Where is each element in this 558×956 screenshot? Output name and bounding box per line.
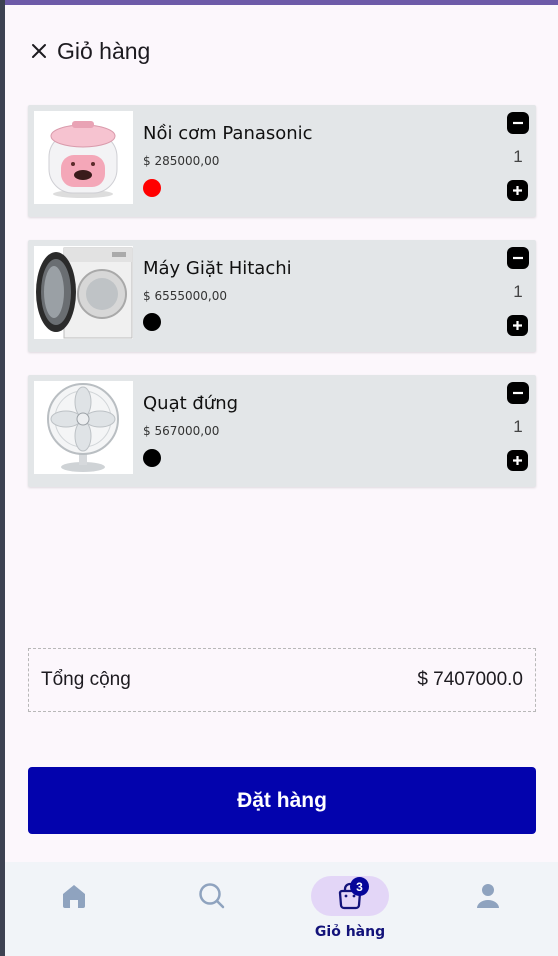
cart-item: Quạt đứng $ 567000,00 1: [28, 375, 536, 487]
decrease-quantity-button[interactable]: [507, 112, 529, 134]
nav-home-icon-wrap: [35, 876, 113, 916]
rice-cooker-image: [34, 111, 133, 204]
cart-screen: Giỏ hàng Nồi cơm Panasonic $ 285000,00 1: [5, 0, 558, 956]
cart-item: Nồi cơm Panasonic $ 285000,00 1: [28, 105, 536, 217]
color-swatch: [143, 449, 161, 467]
quantity-value: 1: [513, 282, 523, 301]
color-swatch: [143, 313, 161, 331]
nav-search-icon-wrap: [173, 876, 251, 916]
search-icon: [199, 883, 225, 909]
place-order-button[interactable]: Đặt hàng: [28, 767, 536, 834]
decrease-quantity-button[interactable]: [507, 247, 529, 269]
increase-quantity-button[interactable]: [507, 315, 528, 336]
increase-quantity-button[interactable]: [507, 180, 528, 201]
plus-icon: [513, 456, 522, 465]
color-swatch: [143, 179, 161, 197]
home-icon: [63, 885, 85, 908]
nav-cart-icon-wrap: 3: [311, 876, 389, 916]
person-icon: [477, 884, 499, 908]
item-price: $ 6555000,00: [143, 289, 227, 303]
total-summary: Tổng cộng $ 7407000.0: [28, 648, 536, 712]
quantity-value: 1: [513, 417, 523, 436]
plus-icon: [513, 186, 522, 195]
standing-fan-image: [34, 381, 133, 474]
minus-icon: [513, 391, 523, 395]
nav-cart-label: Giỏ hàng: [314, 924, 386, 940]
increase-quantity-button[interactable]: [507, 450, 528, 471]
header: Giỏ hàng: [27, 34, 150, 68]
status-bar: [5, 0, 558, 5]
item-price: $ 567000,00: [143, 424, 220, 438]
nav-home[interactable]: [5, 862, 143, 956]
decrease-quantity-button[interactable]: [507, 382, 529, 404]
item-name: Máy Giặt Hitachi: [143, 258, 292, 279]
plus-icon: [513, 321, 522, 330]
place-order-label: Đặt hàng: [237, 788, 327, 812]
cart-count-badge: 3: [350, 877, 369, 896]
close-icon: [32, 44, 46, 58]
nav-cart[interactable]: 3 Giỏ hàng: [281, 862, 419, 956]
page-title: Giỏ hàng: [57, 37, 151, 64]
close-button[interactable]: [27, 39, 51, 63]
total-label: Tổng cộng: [41, 669, 131, 690]
total-value: $ 7407000.0: [417, 669, 523, 690]
minus-icon: [513, 256, 523, 260]
item-price: $ 285000,00: [143, 154, 220, 168]
bottom-navigation: 3 Giỏ hàng: [5, 862, 558, 956]
item-name: Nồi cơm Panasonic: [143, 123, 313, 144]
quantity-value: 1: [513, 147, 523, 166]
item-name: Quạt đứng: [143, 393, 239, 414]
nav-profile[interactable]: [419, 862, 557, 956]
cart-item: Máy Giặt Hitachi $ 6555000,00 1: [28, 240, 536, 352]
nav-profile-icon-wrap: [449, 876, 527, 916]
minus-icon: [513, 121, 523, 125]
nav-search[interactable]: [143, 862, 281, 956]
washing-machine-image: [34, 246, 133, 339]
